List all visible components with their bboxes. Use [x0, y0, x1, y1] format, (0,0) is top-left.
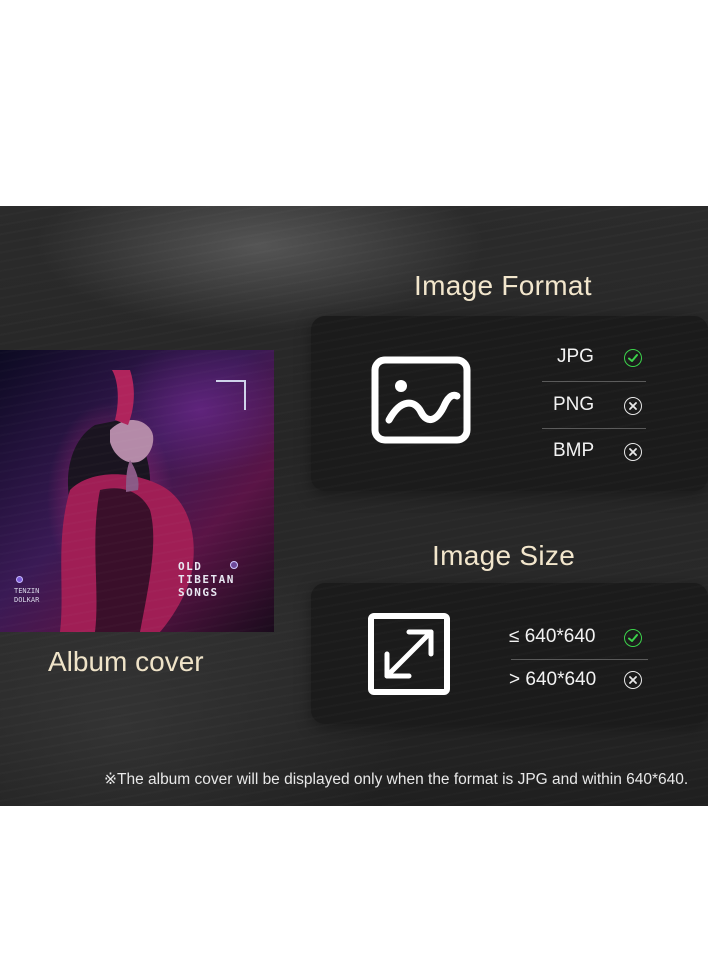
corner-frame-mark	[216, 380, 246, 410]
size-option-over: > 640*640	[509, 669, 597, 690]
image-size-card: ≤ 640*640 > 640*640	[311, 583, 708, 724]
album-cover-label: Album cover	[48, 646, 204, 677]
image-format-title: Image Format	[414, 270, 592, 301]
footnote: ※The album cover will be displayed only …	[104, 771, 689, 788]
image-format-card: JPG PNG BMP	[311, 316, 708, 491]
size-option-within: ≤ 640*640	[509, 626, 596, 647]
image-size-title: Image Size	[432, 540, 576, 571]
check-icon	[624, 629, 642, 647]
divider	[542, 381, 646, 382]
album-art-artist: TENZIN DOLKAR	[14, 587, 40, 604]
cross-icon	[624, 397, 642, 415]
divider	[511, 659, 648, 660]
artist-dot-icon	[16, 576, 23, 583]
cross-icon	[624, 671, 642, 689]
info-panel: OLD TIBETAN SONGS TENZIN DOLKAR Album co…	[0, 206, 708, 806]
expand-icon	[368, 613, 450, 695]
image-icon	[371, 356, 471, 444]
format-option-jpg: JPG	[557, 346, 594, 367]
album-art-title: OLD TIBETAN SONGS	[178, 560, 235, 599]
check-icon	[624, 349, 642, 367]
album-cover-image: OLD TIBETAN SONGS TENZIN DOLKAR	[0, 350, 274, 632]
cross-icon	[624, 443, 642, 461]
divider	[542, 428, 646, 429]
format-option-png: PNG	[553, 394, 595, 415]
format-option-bmp: BMP	[553, 440, 595, 461]
